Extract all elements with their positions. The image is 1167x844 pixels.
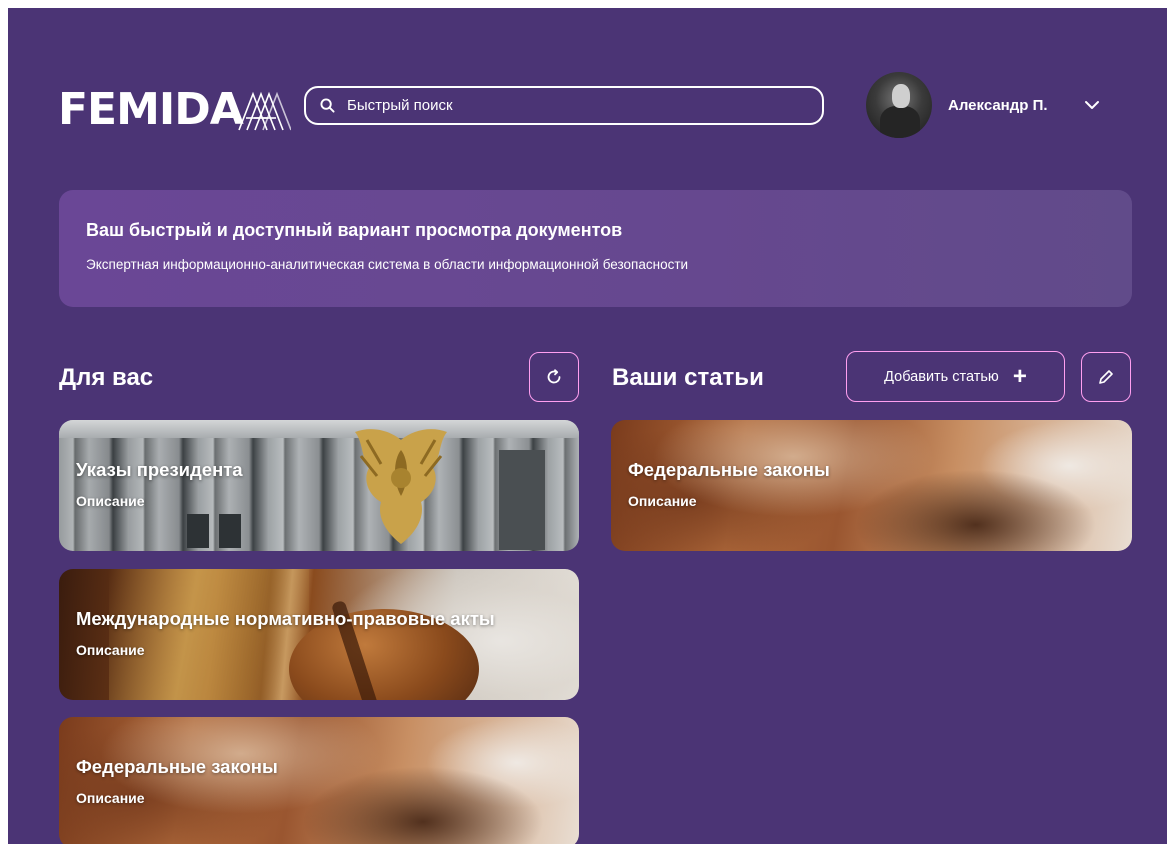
card-title: Указы президента bbox=[76, 459, 243, 480]
card-your-article-1[interactable]: Федеральные законы Описание bbox=[611, 420, 1132, 551]
section-title-your-articles: Ваши статьи bbox=[612, 364, 764, 391]
card-description: Описание bbox=[628, 493, 697, 509]
user-name: Александр П. bbox=[948, 96, 1048, 114]
card-for-you-3[interactable]: Федеральные законы Описание bbox=[59, 717, 579, 844]
card-text: Федеральные законы Описание bbox=[628, 459, 830, 509]
search-icon bbox=[320, 98, 335, 113]
card-image-facade bbox=[59, 420, 579, 438]
card-for-you-2[interactable]: Международные нормативно-правовые акты О… bbox=[59, 569, 579, 700]
hero-banner: Ваш быстрый и доступный вариант просмотр… bbox=[59, 190, 1132, 307]
avatar[interactable] bbox=[866, 72, 932, 138]
card-description: Описание bbox=[76, 493, 145, 509]
logo[interactable]: FEMIDA bbox=[58, 82, 291, 138]
card-description: Описание bbox=[76, 790, 145, 806]
card-title: Федеральные законы bbox=[628, 459, 830, 480]
card-title: Федеральные законы bbox=[76, 756, 278, 777]
hero-subtitle: Экспертная информационно-аналитическая с… bbox=[86, 257, 689, 272]
chevron-down-icon[interactable] bbox=[1084, 100, 1100, 110]
refresh-button[interactable] bbox=[529, 352, 579, 402]
hero-title: Ваш быстрый и доступный вариант просмотр… bbox=[86, 220, 623, 240]
add-article-button[interactable]: Добавить статью + bbox=[846, 351, 1065, 402]
add-article-label: Добавить статью bbox=[884, 368, 999, 385]
plus-icon: + bbox=[1012, 362, 1027, 390]
card-title: Международные нормативно-правовые акты bbox=[76, 608, 495, 629]
eagle-emblem-image bbox=[355, 429, 447, 544]
logo-mark-icon bbox=[238, 91, 291, 131]
card-for-you-1[interactable]: Указы президента Описание bbox=[59, 420, 579, 551]
card-text: Указы президента Описание bbox=[76, 459, 243, 509]
app-window: FEMIDA Александр П. bbox=[8, 8, 1167, 844]
user-menu[interactable]: Александр П. bbox=[866, 72, 1100, 138]
avatar-head bbox=[892, 84, 910, 108]
edit-button[interactable] bbox=[1081, 352, 1131, 402]
card-text: Федеральные законы Описание bbox=[76, 756, 278, 806]
avatar-shoulders bbox=[880, 106, 920, 138]
card-image-window bbox=[499, 450, 545, 550]
card-description: Описание bbox=[76, 642, 145, 658]
search-bar[interactable] bbox=[304, 86, 824, 125]
card-image-window bbox=[219, 514, 241, 548]
card-text: Международные нормативно-правовые акты О… bbox=[76, 608, 495, 658]
refresh-icon bbox=[547, 369, 561, 384]
card-image-window bbox=[187, 514, 209, 548]
section-title-for-you: Для вас bbox=[59, 364, 154, 391]
search-input[interactable] bbox=[347, 97, 822, 114]
pencil-icon bbox=[1099, 370, 1113, 384]
logo-text: FEMIDA bbox=[58, 84, 244, 135]
